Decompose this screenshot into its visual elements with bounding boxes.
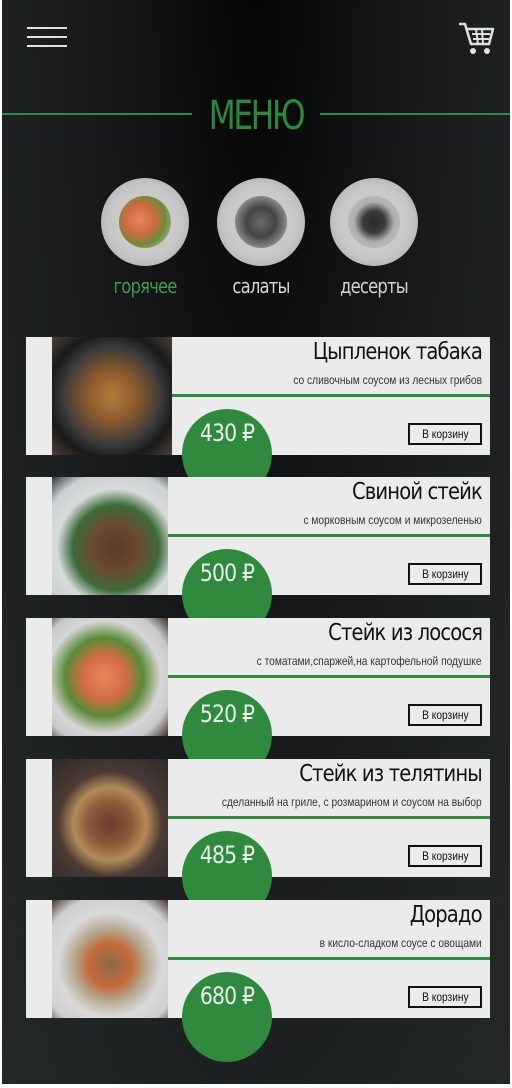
add-to-cart-button[interactable]: В корзину [408,704,482,726]
dish-divider [172,394,490,397]
app-screen: МЕНЮ горячее салаты десерты Цыпленок таб… [2,0,510,1084]
category-salads[interactable]: салаты [215,178,307,298]
add-to-cart-button[interactable]: В корзину [408,423,482,445]
dish-image [52,900,168,1018]
dish-image [52,618,168,736]
page-title: МЕНЮ [208,93,306,139]
dessert-dish-image [330,178,418,266]
dish-name: Дорадо [409,902,483,928]
dish-price: 485 ₽ [199,841,255,869]
dish-description: в кисло-сладком соусе с овощами [319,936,482,950]
dish-card: Стейк из лосося с томатами,спаржей,на ка… [26,618,490,780]
category-label: десерты [340,274,409,298]
dish-description: сделанный на гриле, с розмарином и соусо… [222,795,482,809]
hot-dish-image [101,178,189,266]
dish-card: Свиной стейк с морковным соусом и микроз… [26,477,490,639]
category-desserts[interactable]: десерты [328,178,420,298]
category-label: горячее [113,274,177,298]
salad-dish-image [217,178,305,266]
dish-divider [168,957,490,960]
dish-description: с томатами,спаржей,на картофельной подуш… [257,654,482,668]
dish-divider [168,816,490,819]
dish-price: 680 ₽ [199,982,255,1010]
dish-image [52,477,168,595]
dish-name: Свиной стейк [351,479,483,505]
title-divider-left [2,113,192,115]
dish-divider [168,534,490,537]
category-label: салаты [232,274,290,298]
menu-title-row: МЕНЮ [2,92,510,140]
add-to-cart-button[interactable]: В корзину [408,563,482,585]
dish-name: Стейк из лосося [327,620,483,646]
dish-description: с морковным соусом и микрозеленью [303,513,482,527]
dish-card: Дорадо в кисло-сладком соусе с овощами 6… [26,900,490,1062]
dish-card: Стейк из телятины сделанный на гриле, с … [26,759,490,921]
add-to-cart-button[interactable]: В корзину [408,986,482,1008]
dish-image [52,337,172,455]
dish-price: 520 ₽ [199,700,255,728]
dish-description: со сливочным соусом из лесных грибов [293,373,482,387]
dish-divider [168,675,490,678]
dish-card: Цыпленок табака со сливочным соусом из л… [26,337,490,499]
dish-price: 430 ₽ [199,419,255,447]
dish-image [52,759,168,877]
dish-name: Стейк из телятины [299,761,483,787]
add-to-cart-button[interactable]: В корзину [408,845,482,867]
dish-name: Цыпленок табака [312,339,483,365]
hamburger-menu-icon[interactable] [27,25,67,49]
cart-icon[interactable] [457,20,495,56]
category-hot[interactable]: горячее [99,178,191,298]
dish-price: 500 ₽ [199,559,255,587]
title-divider-right [320,113,510,115]
